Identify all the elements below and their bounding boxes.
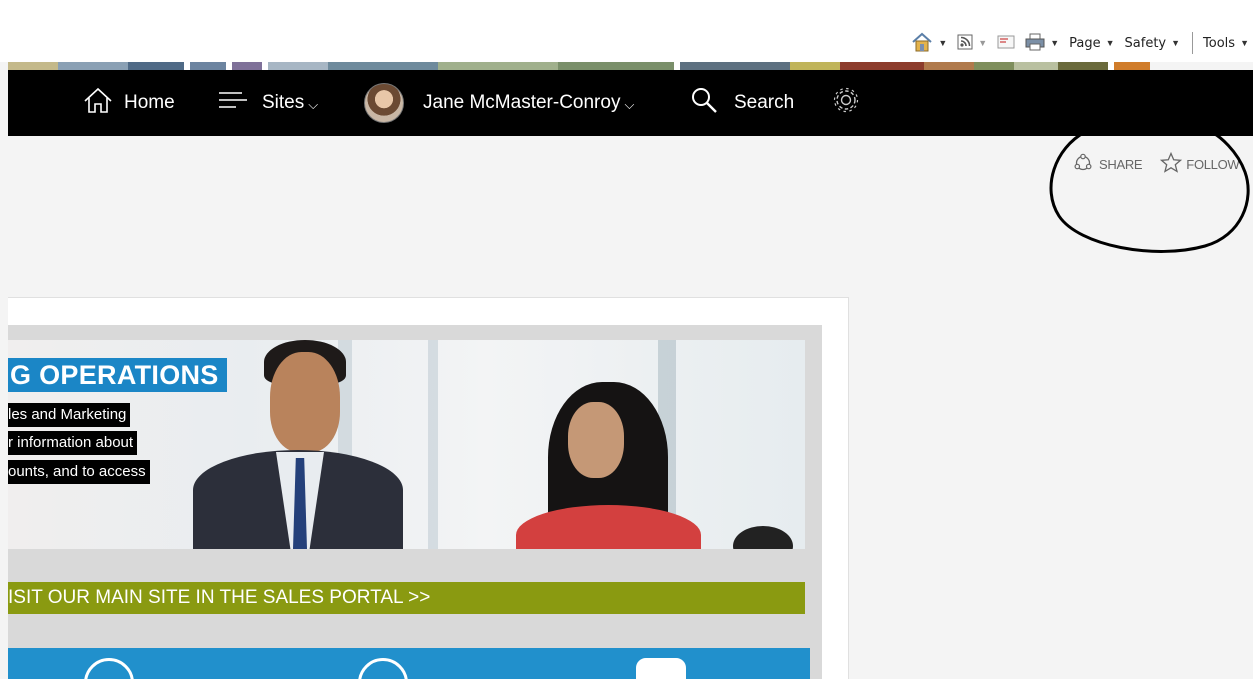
print-icon xyxy=(1025,33,1045,54)
read-mail-button[interactable] xyxy=(997,35,1015,52)
safety-menu[interactable]: Safety ▼ xyxy=(1125,36,1181,51)
chevron-down-icon: ▼ xyxy=(1240,38,1249,48)
brand-stripe xyxy=(8,62,1253,70)
nav-sites[interactable]: Sites ⌵ xyxy=(218,70,318,136)
hero-banner[interactable]: G OPERATIONS les and Marketing r informa… xyxy=(8,340,805,549)
chevron-down-icon: ⌵ xyxy=(624,96,635,112)
quick-links-bar xyxy=(8,648,810,679)
chevron-down-icon: ⌵ xyxy=(308,96,319,112)
page-menu[interactable]: Page ▼ xyxy=(1069,36,1114,51)
nav-search[interactable]: Search xyxy=(690,70,794,136)
avatar xyxy=(364,83,404,123)
nav-user-menu[interactable]: Jane McMaster-Conroy ⌵ xyxy=(364,70,634,136)
toolbar-divider xyxy=(1192,32,1194,54)
feeds-button[interactable]: ▼ xyxy=(957,34,987,53)
content-web-part: G OPERATIONS les and Marketing r informa… xyxy=(8,325,822,679)
nav-user-name: Jane McMaster-Conroy xyxy=(423,92,621,113)
chevron-down-icon: ▼ xyxy=(1171,38,1181,48)
home-icon xyxy=(911,32,933,55)
safety-menu-label: Safety xyxy=(1124,35,1167,51)
home-button[interactable]: ▼ xyxy=(911,32,947,55)
background-object xyxy=(733,526,793,549)
home-icon xyxy=(82,85,114,121)
menu-icon xyxy=(218,88,248,118)
browser-command-bar: ▼ ▼ ▼ Page ▼ Safety ▼ Tools ▼ xyxy=(0,0,1253,62)
search-icon xyxy=(690,86,718,120)
nav-sites-label: Sites xyxy=(262,92,305,113)
rss-icon xyxy=(957,34,973,53)
chevron-down-icon[interactable]: ▼ xyxy=(978,38,987,48)
banner-text-line: ounts, and to access xyxy=(8,460,150,484)
page-menu-label: Page xyxy=(1069,35,1101,51)
settings-button[interactable] xyxy=(832,70,860,136)
tools-menu[interactable]: Tools ▼ xyxy=(1203,36,1249,51)
top-navigation: Home Sites ⌵ Jane McMaster-Conroy ⌵ Sear… xyxy=(8,70,1253,136)
tools-menu-label: Tools xyxy=(1203,35,1236,51)
person-face xyxy=(568,402,624,478)
target-icon[interactable] xyxy=(636,658,686,679)
chevron-down-icon[interactable]: ▼ xyxy=(938,38,947,48)
chevron-down-icon[interactable]: ▼ xyxy=(1050,38,1059,48)
banner-title: G OPERATIONS xyxy=(8,358,227,392)
banner-text-line: les and Marketing xyxy=(8,403,131,427)
content-card: G OPERATIONS les and Marketing r informa… xyxy=(8,297,849,679)
banner-text-line: r information about xyxy=(8,431,138,455)
clock-icon[interactable] xyxy=(84,658,134,679)
chevron-down-icon: ▼ xyxy=(1105,38,1115,48)
check-icon[interactable] xyxy=(358,658,408,679)
gear-icon xyxy=(832,86,860,120)
sales-portal-link[interactable]: ISIT OUR MAIN SITE IN THE SALES PORTAL >… xyxy=(8,582,805,614)
nav-home-label: Home xyxy=(124,92,175,113)
command-bar-buttons: ▼ ▼ ▼ Page ▼ Safety ▼ Tools ▼ xyxy=(901,32,1249,54)
annotation-circle xyxy=(1049,130,1250,253)
nav-search-label: Search xyxy=(734,92,795,113)
mail-icon xyxy=(997,35,1015,52)
print-button[interactable]: ▼ xyxy=(1025,33,1059,54)
person-head xyxy=(270,352,340,452)
background-column xyxy=(428,340,438,549)
nav-home[interactable]: Home xyxy=(82,70,175,136)
